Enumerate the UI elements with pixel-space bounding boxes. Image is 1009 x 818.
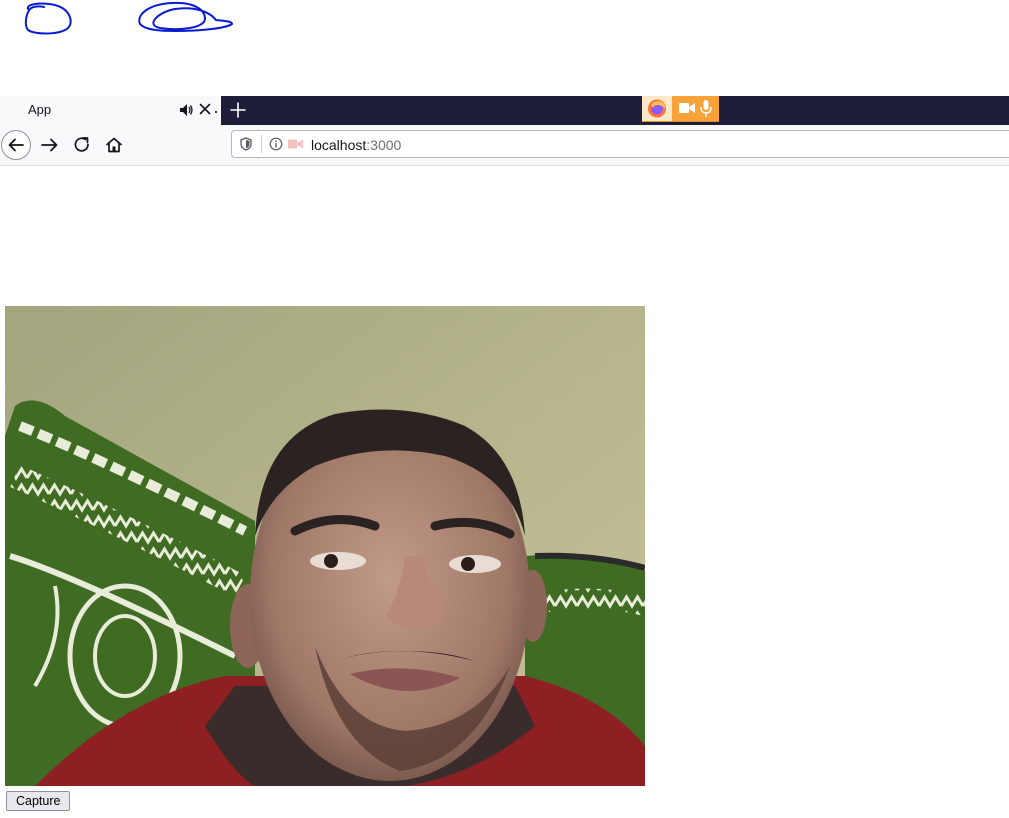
webcam-frame [5, 306, 645, 786]
reload-icon [74, 137, 89, 152]
url-port: :3000 [366, 137, 402, 153]
navigation-toolbar: localhost:3000 [0, 125, 1009, 166]
tab-title: App [28, 102, 52, 117]
speaker-icon[interactable] [178, 102, 194, 118]
arrow-left-icon [8, 138, 24, 152]
plus-icon[interactable] [228, 100, 248, 120]
tab-separator [215, 111, 217, 113]
tab-app[interactable]: App [0, 96, 221, 125]
close-icon[interactable] [197, 101, 213, 117]
firefox-logo-icon [642, 96, 672, 121]
microphone-icon [700, 100, 712, 117]
tab-bar-background [221, 96, 1009, 125]
scribble-loop-right [138, 1, 233, 32]
scribble-loop-left [24, 2, 72, 35]
url-text: localhost:3000 [311, 137, 401, 153]
info-icon[interactable] [269, 137, 283, 151]
url-host: localhost [311, 137, 367, 153]
address-bar-divider [261, 135, 262, 153]
back-button[interactable] [1, 130, 31, 160]
shield-icon[interactable] [239, 137, 253, 151]
home-icon [106, 137, 122, 153]
arrow-right-icon [41, 138, 58, 152]
address-bar[interactable]: localhost:3000 [231, 130, 1009, 158]
tab-strip: App [0, 96, 1009, 125]
screenshot-root: App localhost:3000 Capture [0, 0, 1009, 818]
camera-permission-icon[interactable] [288, 138, 303, 150]
scribble-annotations [24, 1, 233, 35]
camera-icon [679, 103, 695, 113]
capture-button[interactable]: Capture [6, 791, 71, 811]
sharing-indicator[interactable] [642, 96, 719, 122]
reload-button[interactable] [67, 130, 97, 160]
home-button[interactable] [99, 130, 129, 160]
webcam-video [5, 306, 645, 786]
forward-button[interactable] [35, 130, 65, 160]
